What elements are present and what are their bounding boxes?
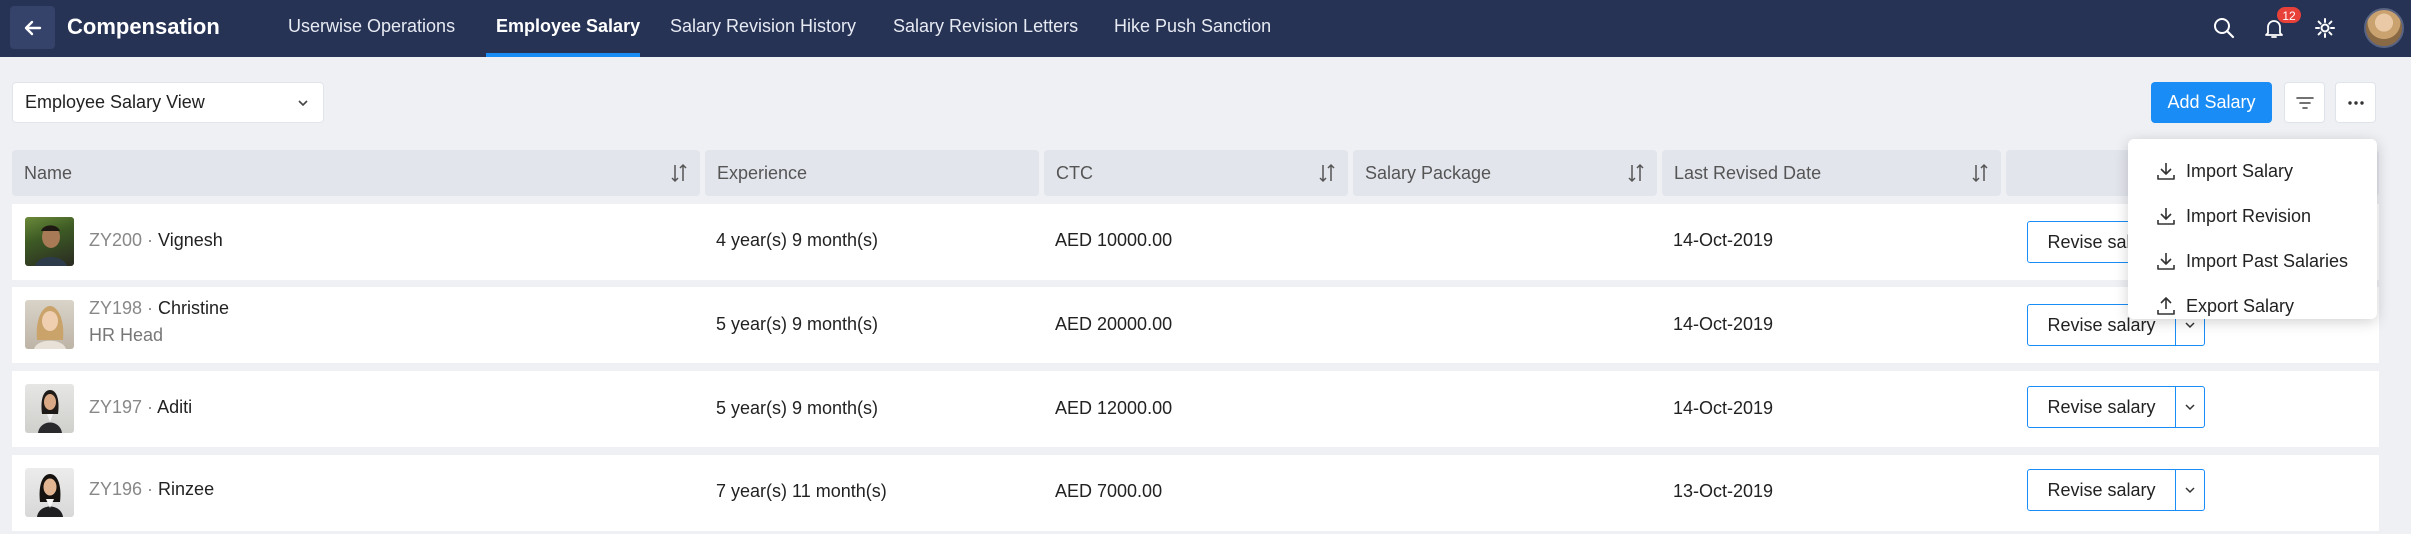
employee-photo [25, 300, 74, 349]
sort-icon[interactable] [1318, 163, 1336, 183]
revise-salary-dropdown[interactable] [2175, 469, 2205, 511]
add-salary-button[interactable]: Add Salary [2151, 82, 2272, 123]
view-select[interactable]: Employee Salary View [12, 82, 324, 123]
more-options-button[interactable] [2335, 82, 2376, 123]
employee-id: ZY200 [89, 230, 143, 250]
sort-icon[interactable] [670, 163, 688, 183]
download-icon [2157, 208, 2175, 225]
menu-item-import-past-salaries[interactable]: Import Past Salaries [2155, 246, 2348, 276]
view-select-label: Employee Salary View [25, 92, 205, 112]
tab-salary-revision-history[interactable]: Salary Revision History [670, 16, 856, 37]
last-revised-date-cell: 14-Oct-2019 [1673, 398, 1774, 418]
chevron-down-icon [298, 100, 308, 107]
column-header-last-revised-date[interactable]: Last Revised Date [1662, 150, 2001, 196]
table-row[interactable]: ZY196 · Rinzee 7 year(s) 11 month(s) AED… [12, 455, 2379, 531]
filter-button[interactable] [2284, 82, 2325, 123]
download-icon [2157, 253, 2175, 270]
employee-id: ZY198 [89, 298, 143, 318]
employee-name[interactable]: Rinzee [158, 479, 214, 499]
experience-cell: 5 year(s) 9 month(s) [716, 398, 879, 418]
menu-item-import-salary[interactable]: Import Salary [2155, 156, 2293, 186]
tab-hike-push-sanction[interactable]: Hike Push Sanction [1114, 16, 1271, 37]
arrow-left-icon [24, 20, 41, 35]
chevron-down-icon [2185, 487, 2195, 494]
last-revised-date-cell: 14-Oct-2019 [1673, 314, 1774, 334]
tab-salary-revision-letters[interactable]: Salary Revision Letters [893, 16, 1078, 37]
ctc-cell: AED 7000.00 [1055, 481, 1163, 501]
employee-photo [25, 217, 74, 266]
back-button[interactable] [10, 6, 55, 49]
employee-id: ZY197 [89, 397, 143, 417]
menu-item-export-salary[interactable]: Export Salary [2155, 291, 2294, 321]
top-navigation-bar: Compensation Userwise Operations Employe… [0, 0, 2411, 57]
table-row[interactable]: ZY197 · Aditi 5 year(s) 9 month(s) AED 1… [12, 371, 2379, 447]
notification-badge: 12 [2276, 6, 2302, 24]
upload-icon [2157, 297, 2175, 315]
active-tab-indicator [486, 53, 640, 57]
tab-userwise-operations[interactable]: Userwise Operations [288, 16, 455, 37]
sort-icon[interactable] [1971, 163, 1989, 183]
last-revised-date-cell: 14-Oct-2019 [1673, 230, 1774, 250]
table-row[interactable]: ZY198 · Christine HR Head 5 year(s) 9 mo… [12, 287, 2379, 363]
gear-icon[interactable] [2311, 14, 2339, 42]
employee-photo [25, 384, 74, 433]
employee-id: ZY196 [89, 479, 143, 499]
more-horizontal-icon [2347, 100, 2364, 105]
tab-employee-salary[interactable]: Employee Salary [496, 16, 640, 37]
chevron-down-icon [2185, 404, 2195, 411]
download-icon [2157, 163, 2175, 180]
employee-name[interactable]: Aditi [157, 397, 192, 417]
column-header-salary-package[interactable]: Salary Package [1353, 150, 1657, 196]
employee-name[interactable]: Vignesh [158, 230, 223, 250]
experience-cell: 4 year(s) 9 month(s) [716, 230, 879, 250]
app-title: Compensation [67, 14, 220, 39]
filter-icon [2295, 96, 2314, 109]
ctc-cell: AED 20000.00 [1055, 314, 1173, 334]
menu-item-import-revision[interactable]: Import Revision [2155, 201, 2311, 231]
search-icon[interactable] [2210, 14, 2238, 42]
sort-icon[interactable] [1627, 163, 1645, 183]
experience-cell: 5 year(s) 9 month(s) [716, 314, 879, 334]
more-options-menu: Import Salary Import Revision Import Pas… [2128, 139, 2377, 319]
ctc-cell: AED 12000.00 [1055, 398, 1173, 418]
ctc-cell: AED 10000.00 [1055, 230, 1173, 250]
column-header-ctc[interactable]: CTC [1044, 150, 1348, 196]
revise-salary-dropdown[interactable] [2175, 386, 2205, 428]
experience-cell: 7 year(s) 11 month(s) [716, 481, 887, 501]
column-header-name[interactable]: Name [12, 150, 700, 196]
column-header-experience: Experience [705, 150, 1039, 196]
revise-salary-button[interactable]: Revise salary [2027, 469, 2176, 511]
user-avatar[interactable] [2364, 8, 2404, 48]
last-revised-date-cell: 13-Oct-2019 [1673, 481, 1774, 501]
employee-name[interactable]: Christine [158, 298, 229, 318]
table-row[interactable]: ZY200 · Vignesh 4 year(s) 9 month(s) AED… [12, 204, 2379, 280]
revise-salary-button[interactable]: Revise salary [2027, 386, 2176, 428]
employee-photo [25, 468, 74, 517]
employee-designation: HR Head [89, 325, 164, 345]
